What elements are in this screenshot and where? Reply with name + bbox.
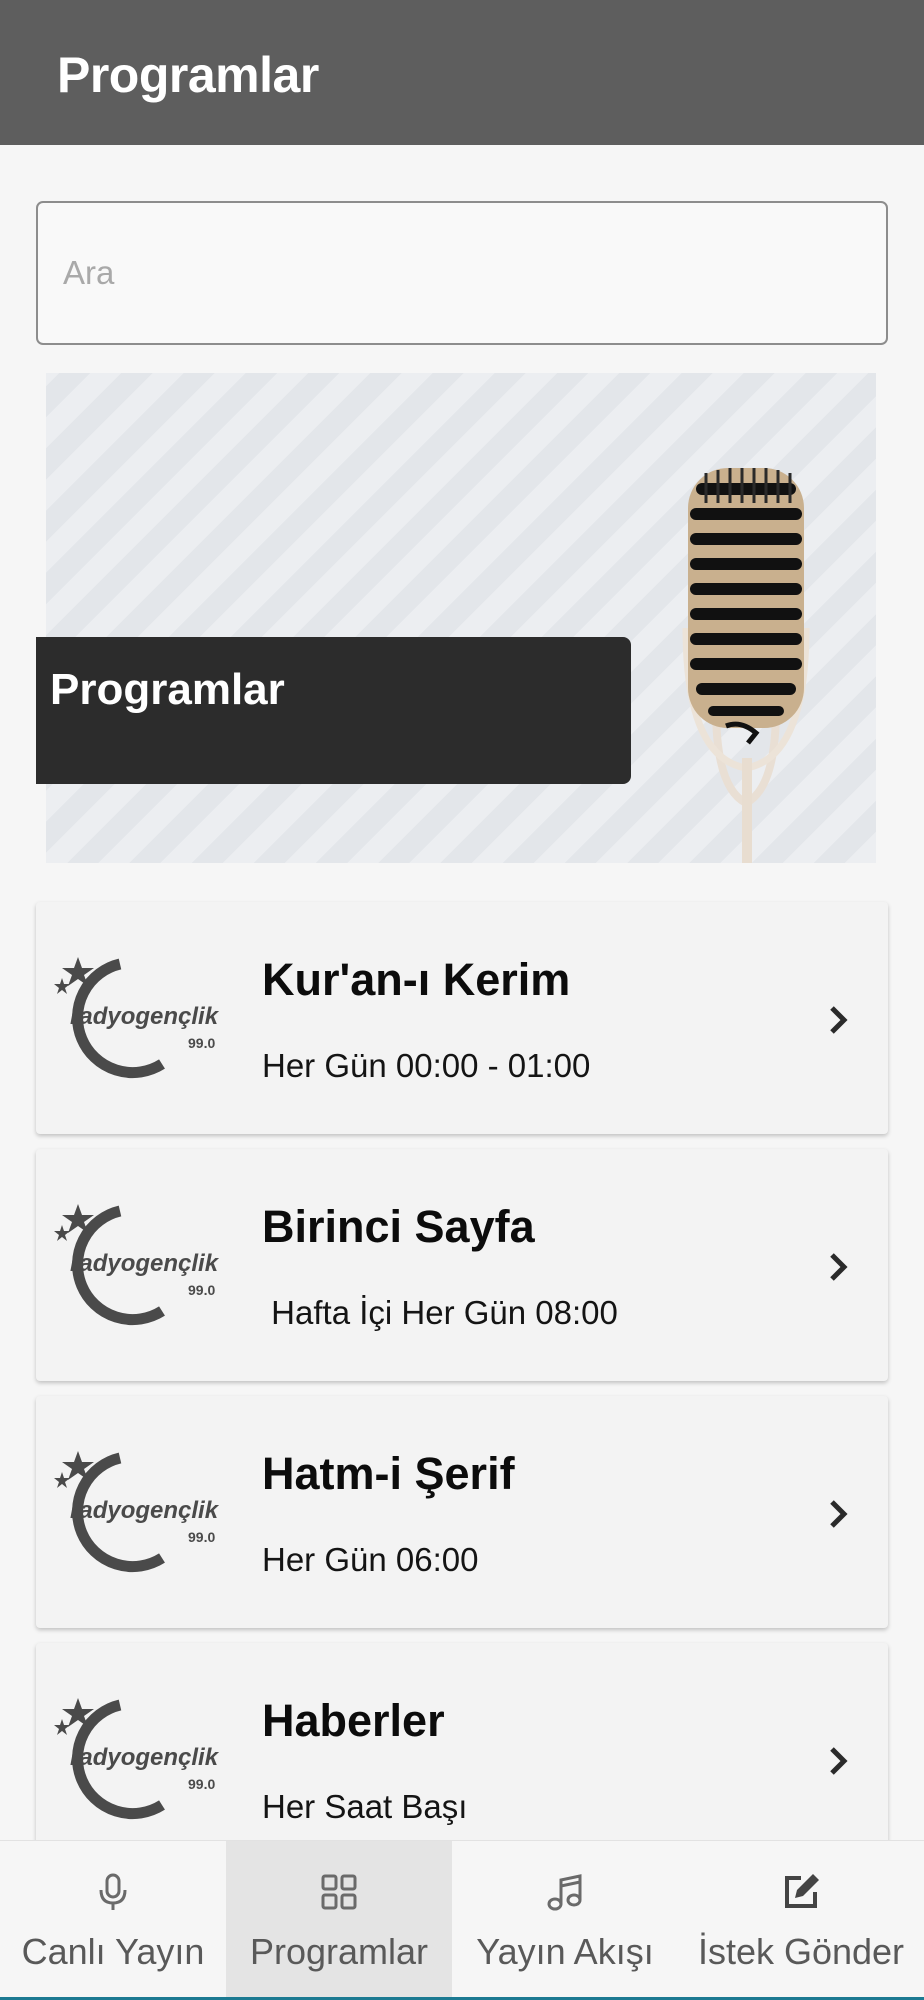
radyo-genclik-logo: radyogençlik 99.0	[54, 1204, 220, 1326]
program-item[interactable]: radyogençlik 99.0 Hatm-i Şerif Her Gün 0…	[36, 1396, 888, 1628]
nav-tab-canli-yayin[interactable]: Canlı Yayın	[0, 1841, 226, 1998]
program-title: Birinci Sayfa	[262, 1201, 535, 1252]
program-schedule: Her Saat Başı	[262, 1788, 468, 1825]
program-schedule: Her Gün 00:00 - 01:00	[262, 1047, 591, 1084]
chevron-right-icon	[830, 1747, 848, 1775]
svg-text:99.0: 99.0	[188, 1035, 215, 1051]
nav-tab-istek-gonder[interactable]: İstek Gönder	[678, 1841, 924, 1998]
program-title: Kur'an-ı Kerim	[262, 954, 571, 1005]
nav-tab-programlar[interactable]: Programlar	[226, 1841, 452, 1998]
grid-icon	[321, 1874, 357, 1910]
edit-icon	[785, 1874, 819, 1908]
nav-tab-yayin-akisi[interactable]: Yayın Akışı	[452, 1841, 678, 1998]
program-title: Haberler	[262, 1695, 445, 1746]
microphone-icon	[99, 1873, 127, 1910]
nav-label: Yayın Akışı	[476, 1931, 654, 1972]
bottom-navigation: Canlı Yayın Programlar Yayın Akışı İstek…	[0, 1840, 924, 2000]
microphone-illustration	[682, 468, 810, 863]
svg-text:radyogençlik: radyogençlik	[70, 1744, 220, 1771]
program-title: Hatm-i Şerif	[262, 1448, 515, 1499]
page-title: Programlar	[57, 47, 319, 103]
programs-banner: Programlar	[36, 373, 876, 863]
program-item[interactable]: radyogençlik 99.0 Birinci Sayfa Hafta İç…	[36, 1149, 888, 1381]
music-note-icon	[547, 1874, 582, 1911]
svg-text:99.0: 99.0	[188, 1776, 215, 1792]
search-field[interactable]	[36, 201, 888, 345]
chevron-right-icon	[830, 1006, 848, 1034]
program-schedule: Her Gün 06:00	[262, 1541, 479, 1578]
banner-title: Programlar	[50, 665, 285, 714]
radyo-genclik-logo: radyogençlik 99.0	[54, 1698, 220, 1820]
chevron-right-icon	[830, 1253, 848, 1281]
chevron-right-icon	[830, 1500, 848, 1528]
radyo-genclik-logo: radyogençlik 99.0	[54, 1451, 220, 1573]
svg-text:99.0: 99.0	[188, 1282, 215, 1298]
program-item[interactable]: radyogençlik 99.0 Kur'an-ı Kerim Her Gün…	[36, 902, 888, 1134]
app-bar: Programlar	[0, 0, 924, 145]
svg-text:radyogençlik: radyogençlik	[70, 1003, 220, 1030]
svg-text:radyogençlik: radyogençlik	[70, 1250, 220, 1277]
nav-label: Programlar	[249, 1931, 429, 1972]
nav-label: Canlı Yayın	[21, 1931, 205, 1972]
program-schedule: Hafta İçi Her Gün 08:00	[262, 1294, 618, 1331]
radyo-genclik-logo: radyogençlik 99.0	[54, 957, 220, 1079]
banner-label: Programlar	[36, 637, 631, 784]
nav-label: İstek Gönder	[697, 1931, 905, 1972]
svg-text:radyogençlik: radyogençlik	[70, 1497, 220, 1524]
svg-text:99.0: 99.0	[188, 1529, 215, 1545]
search-input[interactable]	[38, 203, 886, 343]
